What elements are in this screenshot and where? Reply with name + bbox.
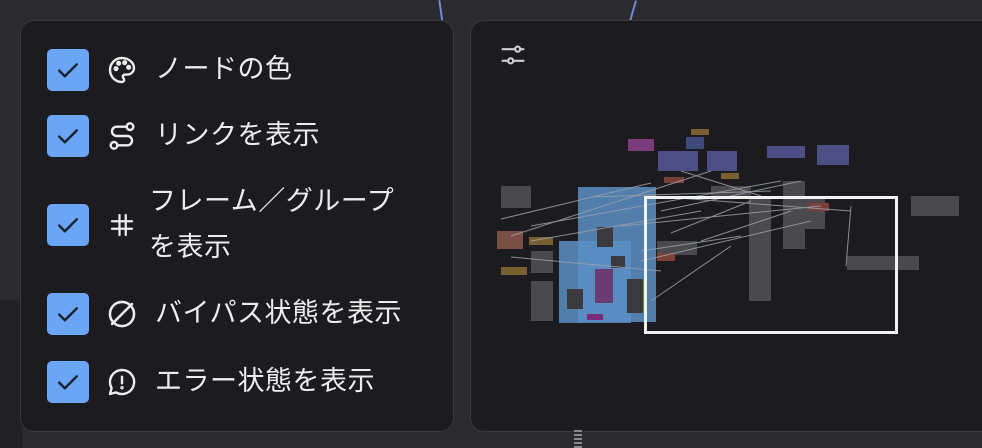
hash-icon [105,208,139,242]
check-icon [58,63,78,78]
option-label: リンクを表示 [155,120,320,151]
checkbox-show-links[interactable] [47,115,89,157]
option-show-bypass[interactable]: バイパス状態を表示 [47,291,402,337]
checkbox-show-errors[interactable] [47,361,89,403]
minimap-panel[interactable] [470,20,982,432]
message-alert-icon [105,365,139,399]
check-icon [58,129,78,144]
canvas-shadow [0,300,22,448]
palette-icon [105,53,139,87]
checkbox-node-colors[interactable] [47,49,89,91]
option-node-colors[interactable]: ノードの色 [47,47,293,93]
option-show-errors[interactable]: エラー状態を表示 [47,359,375,405]
option-show-links[interactable]: リンクを表示 [47,113,320,159]
option-label: エラー状態を表示 [155,366,375,397]
minimap-viewport-rect[interactable] [644,196,898,334]
minimap-settings-panel: ノードの色 リンクを表示 フレーム／グループを表示 バイパス状態を表示 エラー状… [20,20,454,432]
option-label: フレーム／グループを表示 [149,186,395,263]
checkbox-show-bypass[interactable] [47,293,89,335]
check-icon [58,375,78,390]
option-label: バイパス状態を表示 [155,298,402,329]
checkbox-show-groups[interactable] [47,204,89,246]
check-icon [58,307,78,322]
check-icon [58,218,78,233]
option-label: ノードの色 [155,54,293,85]
option-show-groups[interactable]: フレーム／グループを表示 [47,179,411,271]
drag-handle[interactable] [574,430,582,448]
circle-slash-icon [105,297,139,331]
route-icon [105,119,139,153]
